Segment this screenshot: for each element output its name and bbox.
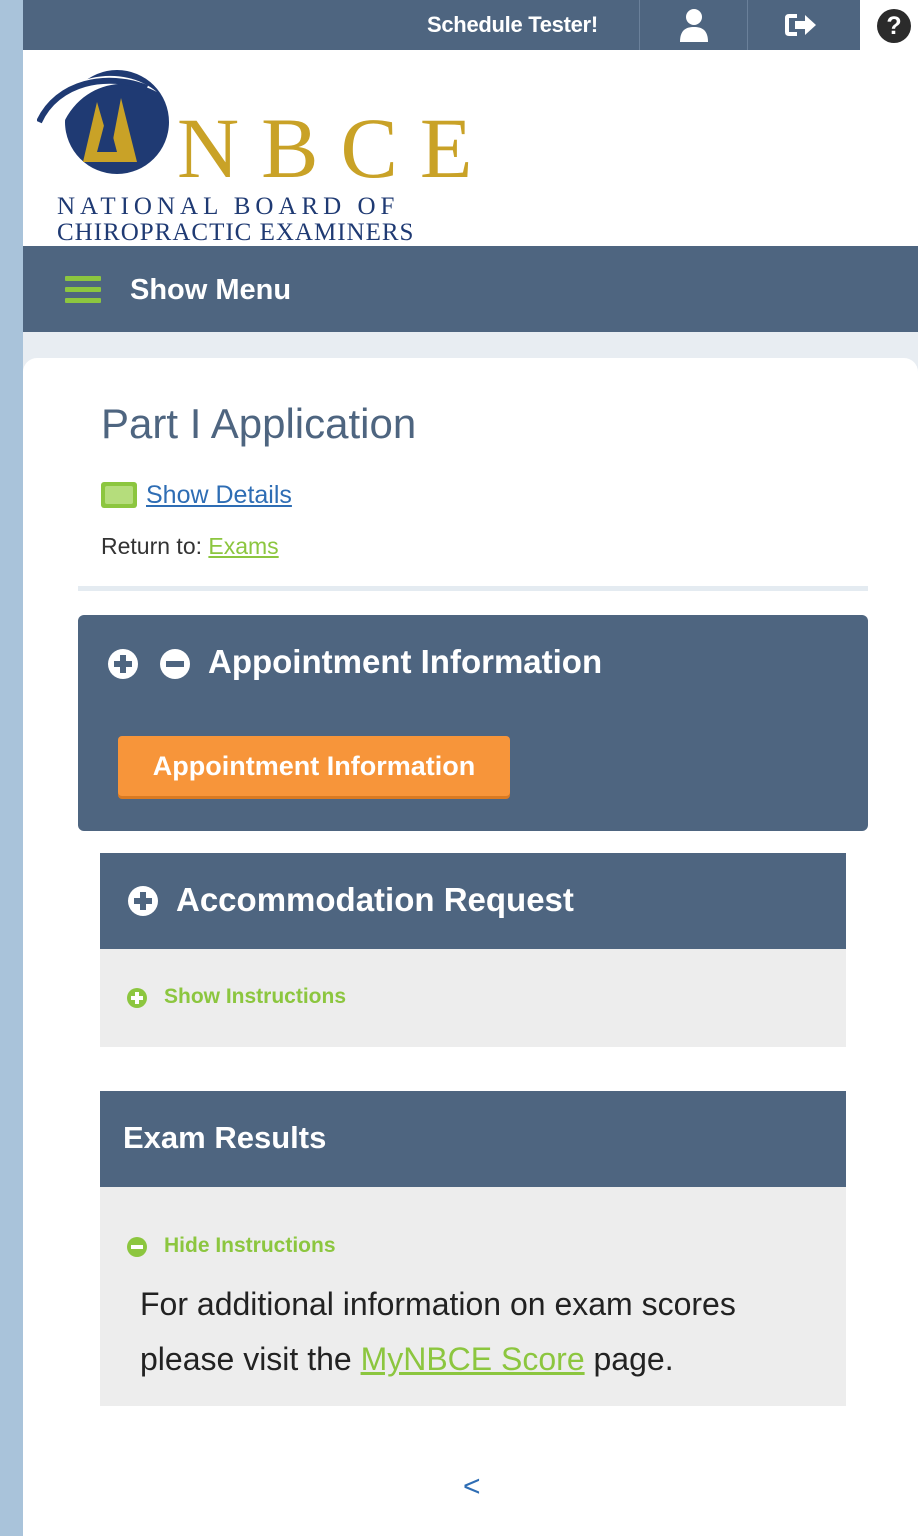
hide-instructions-minus-icon[interactable]	[127, 1237, 147, 1257]
show-instructions-plus-icon[interactable]	[127, 988, 147, 1008]
menu-bar[interactable]: Show Menu	[23, 246, 918, 332]
appointment-information-button[interactable]: Appointment Information	[118, 736, 510, 796]
app-window: Schedule Tester! ? NBCE NATIONAL BOARD O…	[23, 0, 918, 1536]
site-header: NBCE NATIONAL BOARD OF CHIROPRACTIC EXAM…	[23, 50, 918, 246]
mynbce-score-link[interactable]: MyNBCE Score	[361, 1341, 585, 1377]
accommodation-panel-header[interactable]: Accommodation Request	[100, 853, 846, 949]
return-to-label: Return to: Exams	[101, 533, 279, 560]
show-details-link[interactable]: Show Details	[146, 481, 292, 510]
pager-previous-link[interactable]: <	[463, 1470, 481, 1504]
show-instructions-link[interactable]: Show Instructions	[164, 985, 346, 1009]
appointment-panel-title: Appointment Information	[208, 643, 603, 680]
exam-results-panel-title: Exam Results	[123, 1120, 327, 1155]
collapse-minus-icon[interactable]	[160, 649, 190, 679]
logo-letters: NBCE	[177, 100, 477, 196]
appointment-panel: Appointment Information Appointment Info…	[78, 615, 868, 831]
help-icon[interactable]: ?	[877, 9, 911, 43]
logo-line-2: CHIROPRACTIC EXAMINERS	[57, 219, 414, 242]
details-icon	[101, 482, 137, 508]
logo-line-1: NATIONAL BOARD OF	[57, 193, 399, 220]
exam-results-panel-body: Hide Instructions For additional informa…	[100, 1187, 846, 1406]
user-icon[interactable]	[674, 6, 714, 44]
exam-results-text-end: page.	[584, 1341, 674, 1377]
left-edge-strip	[0, 0, 23, 1536]
hamburger-menu-icon[interactable]	[65, 276, 101, 304]
expand-plus-icon[interactable]	[128, 886, 158, 916]
accommodation-panel-title: Accommodation Request	[176, 881, 574, 918]
show-menu-label[interactable]: Show Menu	[130, 274, 291, 307]
top-bar-divider	[747, 0, 748, 50]
section-divider	[78, 586, 868, 591]
hide-instructions-link[interactable]: Hide Instructions	[164, 1234, 336, 1258]
exams-link[interactable]: Exams	[208, 533, 278, 559]
schedule-tester-link[interactable]: Schedule Tester!	[427, 12, 598, 38]
page-title: Part I Application	[101, 400, 417, 447]
expand-plus-icon[interactable]	[108, 649, 138, 679]
top-bar-divider	[639, 0, 640, 50]
sign-out-icon[interactable]	[781, 6, 821, 44]
nbce-logo[interactable]: NBCE NATIONAL BOARD OF CHIROPRACTIC EXAM…	[37, 62, 477, 242]
return-prefix: Return to:	[101, 533, 209, 559]
top-right-area: ?	[860, 0, 918, 50]
top-bar: Schedule Tester!	[23, 0, 860, 50]
accommodation-panel-body: Show Instructions	[100, 949, 846, 1047]
exam-results-panel-header: Exam Results	[100, 1091, 846, 1187]
exam-results-text: For additional information on exam score…	[140, 1277, 830, 1387]
